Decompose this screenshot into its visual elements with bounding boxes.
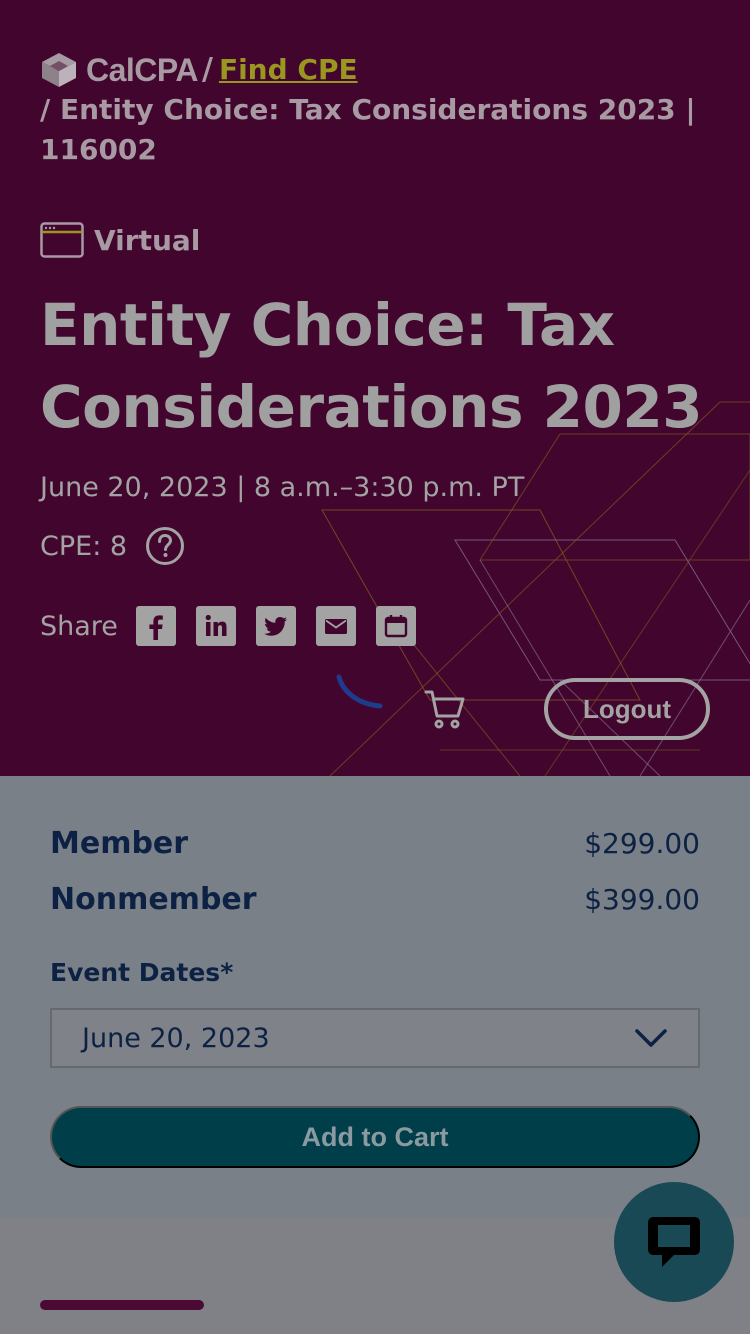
event-date-select[interactable]: June 20, 2023 [50,1008,700,1068]
calcpa-logo-icon[interactable] [40,51,78,89]
share-row: Share [40,606,436,646]
share-calendar-button[interactable] [375,606,416,646]
help-question-icon[interactable] [145,526,185,566]
event-title: Entity Choice: Tax Considerations 2023 [40,291,703,441]
add-to-cart-button[interactable]: Add to Cart [50,1106,700,1168]
registration-panel: Member $299.00 Nonmember $399.00 Event D… [0,776,750,1218]
event-hero: CalCPA / Find CPE / Entity Choice: Tax C… [0,0,750,776]
nonmember-label: Nonmember [50,882,257,917]
share-twitter-button[interactable] [255,606,296,646]
chat-bubble-icon [648,1217,700,1267]
member-price: $299.00 [584,827,700,860]
twitter-icon [263,617,287,636]
section-accent-bar [40,1300,204,1310]
share-linkedin-button[interactable] [195,606,236,646]
share-email-button[interactable] [315,606,356,646]
breadcrumb: CalCPA / Find CPE / Entity Choice: Tax C… [40,50,720,170]
member-label: Member [50,826,189,861]
calendar-icon [384,615,408,638]
linkedin-icon [205,614,227,636]
loading-spinner-icon [336,674,383,709]
breadcrumb-find-cpe-link[interactable]: Find CPE [219,50,358,90]
email-icon [324,619,347,634]
share-facebook-button[interactable] [135,606,176,646]
calcpa-logo-text[interactable]: CalCPA [86,50,198,90]
nonmember-price-row: Nonmember $399.00 [50,882,700,917]
share-label: Share [40,610,118,642]
format-label: Virtual [94,223,201,257]
event-dates-label: Event Dates* [50,958,234,987]
nonmember-price: $399.00 [584,883,700,916]
event-format: Virtual [40,222,200,258]
event-date-time: June 20, 2023 | 8 a.m.–3:30 p.m. PT [40,472,525,503]
cpe-credits-text: CPE: 8 [40,530,128,562]
breadcrumb-current-page: / Entity Choice: Tax Considerations 2023… [40,93,696,166]
cpe-credits: CPE: 8 [40,526,185,566]
cart-icon[interactable] [424,688,466,730]
chat-button[interactable] [614,1182,734,1302]
facebook-icon [149,615,163,640]
event-date-selected-value: June 20, 2023 [82,1022,270,1054]
chevron-down-icon [635,1029,667,1047]
browser-window-icon [40,222,84,258]
breadcrumb-separator: / [201,52,213,87]
member-price-row: Member $299.00 [50,826,700,861]
logout-button[interactable]: Logout [544,678,710,740]
